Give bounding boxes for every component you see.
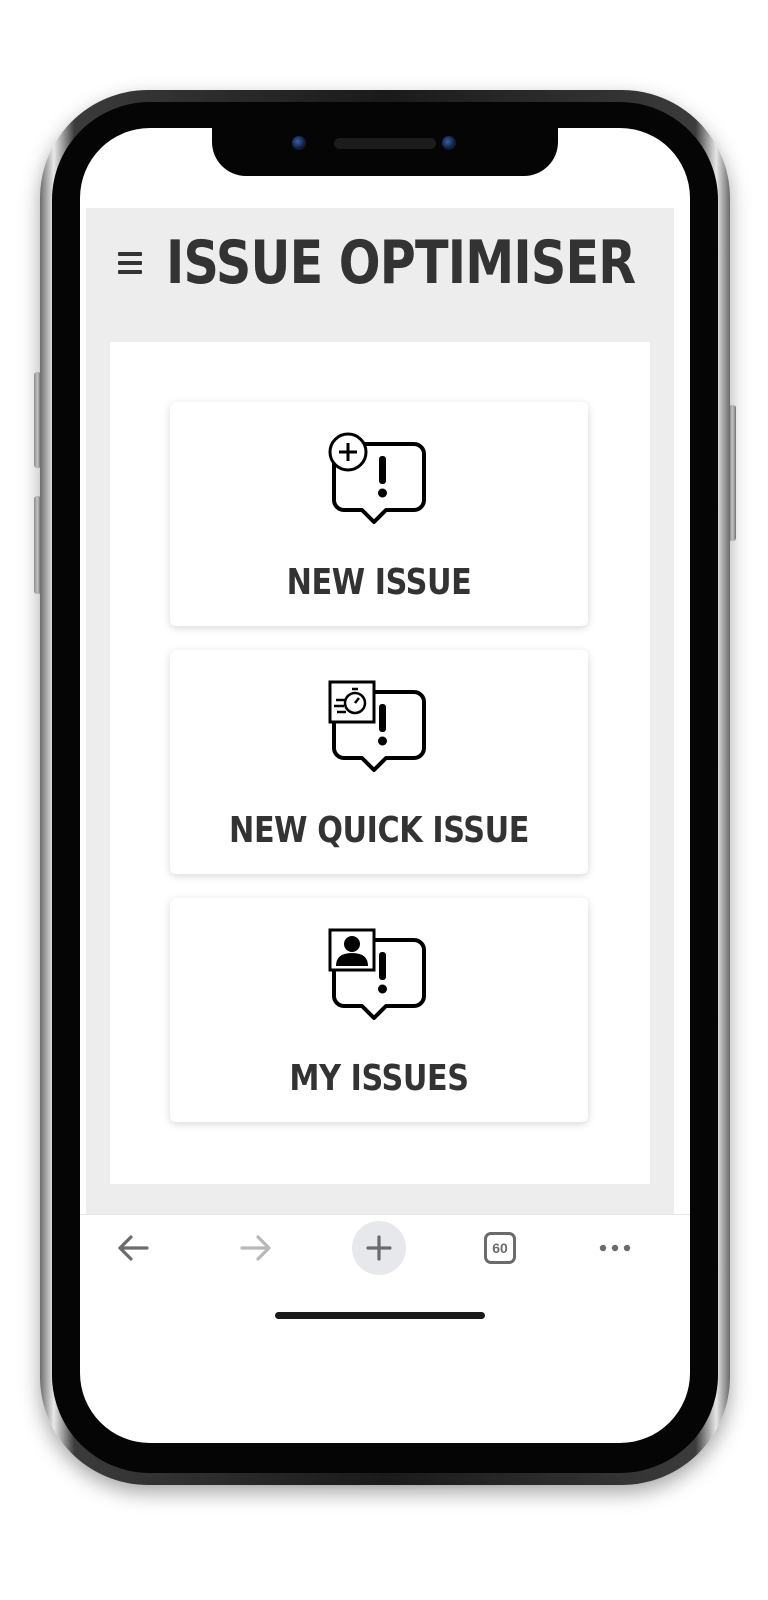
- new-quick-issue-label: NEW QUICK ISSUE: [229, 810, 529, 851]
- page-title: ISSUE OPTIMISER: [166, 228, 636, 298]
- home-indicator[interactable]: [275, 1312, 485, 1319]
- new-issue-icon: [328, 432, 426, 524]
- my-issues-icon: [328, 928, 426, 1020]
- my-issues-button[interactable]: MY ISSUES: [170, 898, 588, 1122]
- forward-button[interactable]: [229, 1221, 283, 1275]
- new-issue-label: NEW ISSUE: [286, 562, 472, 603]
- new-tab-button[interactable]: [352, 1221, 406, 1275]
- browser-toolbar: 60: [80, 1214, 690, 1281]
- phone-screen: ISSUE OPTIMISER NEW ISSUE NEW QUICK ISSU…: [80, 128, 690, 1443]
- more-button[interactable]: [588, 1221, 642, 1275]
- back-arrow-icon: [118, 1235, 149, 1261]
- back-button[interactable]: [106, 1221, 160, 1275]
- my-issues-label: MY ISSUES: [289, 1058, 469, 1099]
- sensor-icon: [442, 136, 456, 150]
- earpiece-speaker: [334, 138, 436, 149]
- power-button: [729, 405, 736, 541]
- hamburger-menu-icon[interactable]: [118, 252, 142, 276]
- quick-issue-icon: [328, 680, 426, 772]
- tab-count: 60: [492, 1240, 508, 1256]
- menu-panel: NEW ISSUE NEW QUICK ISSUE MY ISSUES: [110, 342, 650, 1184]
- tabs-button[interactable]: 60: [473, 1221, 527, 1275]
- tabs-count-icon: 60: [484, 1232, 516, 1264]
- more-dots-icon: [599, 1244, 631, 1252]
- new-issue-button[interactable]: NEW ISSUE: [170, 402, 588, 626]
- web-page: ISSUE OPTIMISER NEW ISSUE NEW QUICK ISSU…: [86, 208, 674, 1218]
- notch: [212, 128, 558, 176]
- front-camera-icon: [292, 136, 306, 150]
- new-quick-issue-button[interactable]: NEW QUICK ISSUE: [170, 650, 588, 874]
- forward-arrow-icon: [240, 1235, 271, 1261]
- app-header: ISSUE OPTIMISER: [86, 208, 674, 342]
- new-tab-plus-icon: [352, 1221, 406, 1275]
